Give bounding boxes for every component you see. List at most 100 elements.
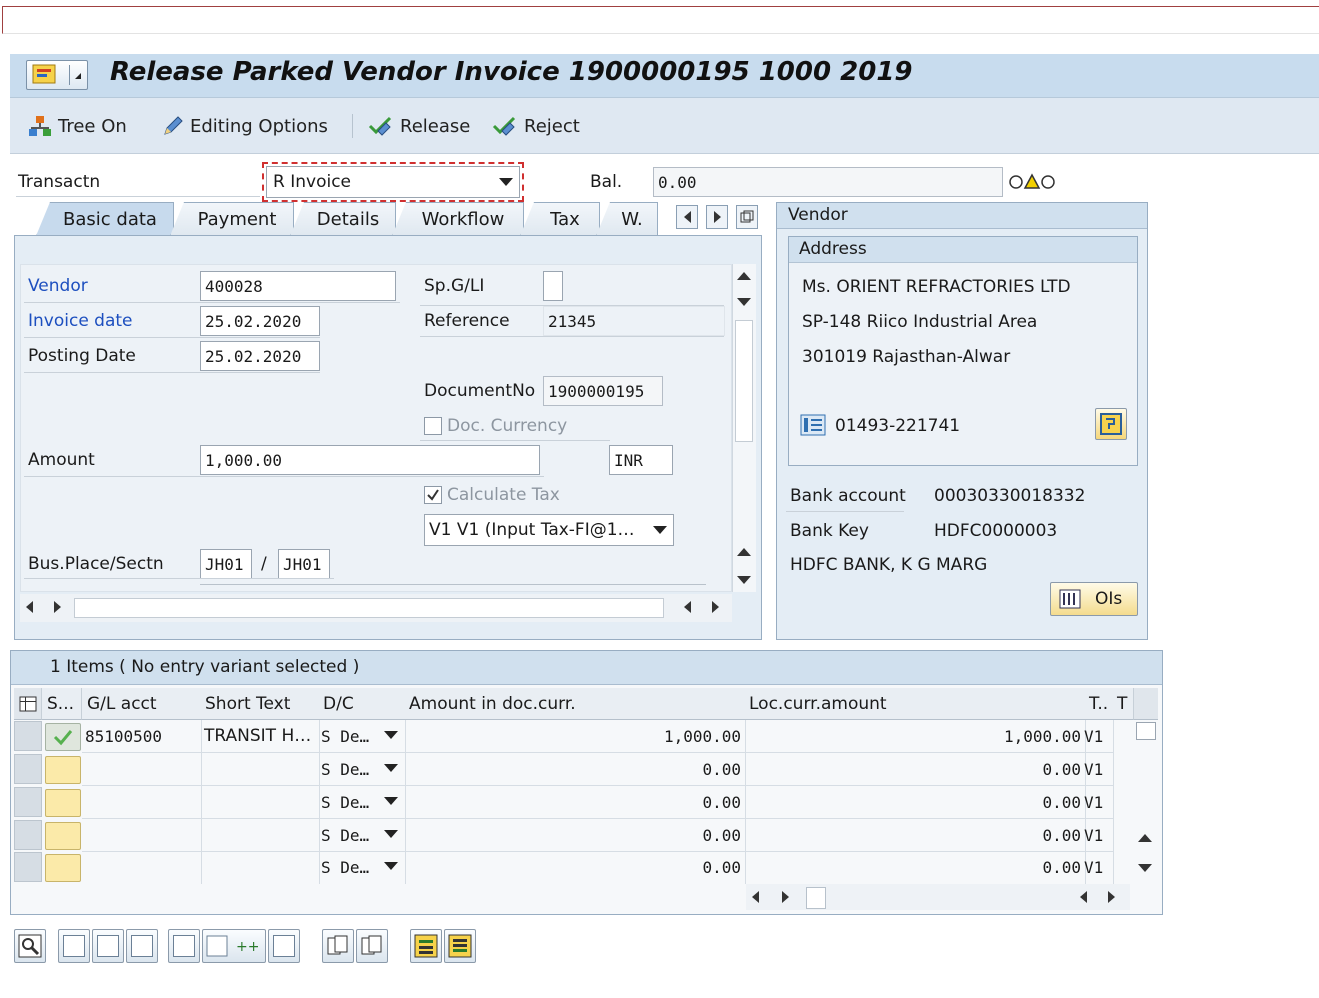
scroll-up-icon[interactable] (1138, 834, 1152, 842)
sort-ascending-button[interactable] (410, 929, 442, 963)
tab-basic-data[interactable]: Basic data (36, 202, 174, 236)
tab-withholding[interactable]: W. (596, 202, 658, 236)
column-header-status[interactable]: S... (42, 688, 82, 720)
business-place-field[interactable]: JH01 (200, 549, 252, 579)
hscroll-thumb[interactable] (74, 598, 664, 618)
delete-row-button[interactable] (268, 929, 300, 963)
tab-workflow[interactable]: Workflow (392, 202, 524, 236)
debit-credit-cell[interactable]: S De… (318, 753, 406, 786)
tab-scroll-right-button[interactable] (706, 205, 728, 229)
amount-doc-cell[interactable]: 0.00 (404, 819, 746, 852)
column-header-amount-doc[interactable]: Amount in doc.curr. (404, 688, 746, 720)
scroll-left-icon[interactable] (684, 601, 691, 613)
gl-account-cell[interactable] (82, 786, 202, 819)
amount-field[interactable]: 1,000.00 (200, 445, 540, 475)
insert-row-button[interactable] (168, 929, 200, 963)
amount-doc-cell[interactable]: 1,000.00 (404, 720, 746, 753)
tax-code-cell[interactable]: V1 (1084, 720, 1114, 753)
scroll-left-icon[interactable] (1080, 891, 1087, 903)
scroll-down-icon[interactable] (1138, 864, 1152, 872)
debit-credit-cell[interactable]: S De… (318, 819, 406, 852)
vendor-label[interactable]: Vendor (28, 276, 88, 296)
tab-details[interactable]: Details (290, 202, 396, 236)
scroll-left-icon[interactable] (752, 891, 759, 903)
insert-rows-button[interactable]: ++ (202, 929, 266, 963)
column-header-debit-credit[interactable]: D/C (318, 688, 406, 720)
tab-tax[interactable]: Tax (520, 202, 600, 236)
tab-scroll-left-button[interactable] (676, 205, 698, 229)
tax-code-cell[interactable]: V1 (1084, 819, 1114, 852)
scroll-down-icon[interactable] (737, 576, 751, 584)
invoice-date-field[interactable]: 25.02.2020 (200, 306, 320, 336)
invoice-date-label[interactable]: Invoice date (28, 311, 133, 331)
gl-account-cell[interactable] (82, 851, 202, 884)
amount-doc-cell[interactable]: 0.00 (404, 851, 746, 884)
sort-descending-button[interactable] (444, 929, 476, 963)
posting-date-field[interactable]: 25.02.2020 (200, 341, 320, 371)
release-button[interactable]: Release (368, 112, 470, 140)
short-text-cell[interactable] (200, 753, 320, 786)
hscroll-thumb[interactable] (806, 887, 826, 909)
deselect-all-button[interactable] (126, 929, 158, 963)
gl-account-cell[interactable] (82, 819, 202, 852)
column-header-short-text[interactable]: Short Text (200, 688, 320, 720)
reference-field[interactable]: 21345 (543, 306, 725, 336)
doc-currency-checkbox[interactable] (424, 417, 442, 435)
table-select-all-checkbox[interactable] (1136, 722, 1156, 740)
special-gl-field[interactable] (543, 271, 563, 301)
row-selector[interactable] (14, 852, 42, 882)
copy-button[interactable] (322, 929, 354, 963)
editing-options-button[interactable]: Editing Options (162, 112, 328, 140)
short-text-cell[interactable] (200, 851, 320, 884)
vendor-details-button[interactable] (1095, 408, 1127, 440)
scroll-right-icon[interactable] (782, 891, 789, 903)
debit-credit-cell[interactable]: S De… (318, 786, 406, 819)
gl-account-cell[interactable] (82, 753, 202, 786)
debit-credit-cell[interactable]: S De… (318, 851, 406, 884)
reject-button[interactable]: Reject (492, 112, 580, 140)
row-selector[interactable] (14, 754, 42, 784)
open-items-button[interactable]: OIs (1050, 582, 1138, 616)
table-settings-button[interactable] (14, 688, 42, 720)
column-header-gl-account[interactable]: G/L acct (82, 688, 202, 720)
transaction-select[interactable]: R Invoice (262, 162, 524, 202)
tax-code-cell[interactable]: V1 (1084, 753, 1114, 786)
short-text-cell[interactable] (200, 819, 320, 852)
currency-field[interactable]: INR (609, 445, 673, 475)
tab-list-button[interactable] (736, 205, 758, 229)
scroll-right-icon[interactable] (1108, 891, 1115, 903)
amount-doc-cell[interactable]: 0.00 (404, 753, 746, 786)
row-selector[interactable] (14, 787, 42, 817)
scroll-right-icon[interactable] (54, 601, 61, 613)
scroll-right-icon[interactable] (712, 601, 719, 613)
short-text-cell[interactable] (200, 786, 320, 819)
tree-on-button[interactable]: Tree On (28, 112, 127, 140)
section-code-field[interactable]: JH01 (278, 549, 330, 579)
gl-account-cell[interactable]: 85100500 (82, 720, 202, 753)
amount-doc-cell[interactable]: 0.00 (404, 786, 746, 819)
calculate-tax-checkbox[interactable] (424, 486, 442, 504)
details-button[interactable] (14, 929, 46, 963)
row-selector[interactable] (14, 721, 42, 751)
short-text-cell[interactable]: TRANSIT H… (200, 720, 320, 753)
vendor-field[interactable]: 400028 (200, 271, 396, 301)
scroll-up-icon[interactable] (737, 548, 751, 556)
tab-payment[interactable]: Payment (170, 202, 294, 236)
column-header-amount-local[interactable]: Loc.curr.amount (744, 688, 1086, 720)
select-block-button[interactable] (92, 929, 124, 963)
table-hscrollbar[interactable] (746, 884, 1130, 910)
scroll-down-icon[interactable] (737, 298, 751, 306)
tax-code-select[interactable]: V1 V1 (Input Tax-FI@1… (424, 514, 674, 546)
scroll-left-icon[interactable] (26, 601, 33, 613)
column-header-tax-code[interactable]: T.. (1084, 688, 1114, 720)
column-header-t[interactable]: T (1112, 688, 1134, 720)
paste-button[interactable] (356, 929, 388, 963)
debit-credit-cell[interactable]: S De… (318, 720, 406, 753)
tax-code-cell[interactable]: V1 (1084, 851, 1114, 884)
scroll-thumb[interactable] (735, 320, 753, 442)
menu-button[interactable] (26, 60, 88, 90)
scroll-up-icon[interactable] (737, 272, 751, 280)
select-all-button[interactable] (58, 929, 90, 963)
tax-code-cell[interactable]: V1 (1084, 786, 1114, 819)
row-selector[interactable] (14, 820, 42, 850)
